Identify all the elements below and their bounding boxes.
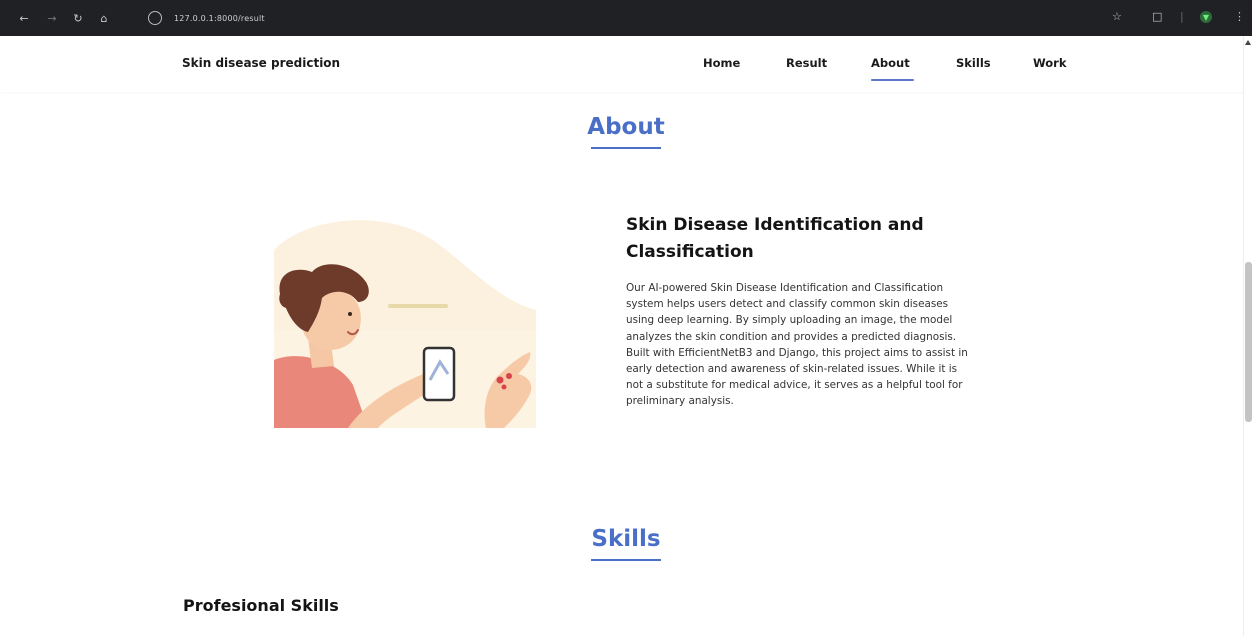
address-url[interactable]: 127.0.0.1:8000/result [174,14,265,23]
nav-about[interactable]: About [871,56,910,70]
about-body-line: preliminary analysis. [626,395,734,408]
about-body-line: Built with EfficientNetB3 and Django, th… [626,346,968,359]
about-heading-line1: Skin Disease Identification and [626,215,924,235]
about-body-line: Our AI-powered Skin Disease Identificati… [626,282,944,294]
about-body-line: analyzes the skin condition and provides… [626,330,957,343]
address-bar[interactable]: 127.0.0.1:8000/result [142,7,1102,29]
site-header: Skin disease prediction Home Result Abou… [0,36,1243,92]
extensions-icon[interactable]: □ [1152,10,1162,23]
skills-section-title: Skills [591,526,661,552]
about-heading-line2: Classification [626,242,754,262]
nav-skills[interactable]: Skills [956,56,991,70]
about-body-line: not a substitute for medical advice, it … [626,379,963,392]
nav-home[interactable]: Home [703,56,740,70]
doctor-phone-illustration [274,220,536,428]
about-body-line: system helps users detect and classify c… [626,298,949,311]
profile-extension-icon[interactable]: ▼ [1200,11,1212,23]
about-body-line: early detection and awareness of skin-re… [626,363,958,376]
skills-title-underline [591,559,661,561]
about-heading: Skin Disease Identification and Classifi… [626,212,1046,266]
browser-toolbar: ← → ↻ ⌂ 127.0.0.1:8000/result ☆ □ | ▼ ⋮ [0,0,1252,36]
scroll-up-arrow-icon[interactable] [1245,40,1251,45]
menu-kebab-icon[interactable]: ⋮ [1234,10,1245,23]
about-title-underline [591,147,661,149]
home-icon[interactable]: ⌂ [96,10,112,26]
toolbar-divider: | [1180,10,1184,23]
page-scrollbar[interactable] [1243,36,1252,636]
about-body-line: using deep learning. By simply uploading… [626,314,953,327]
site-info-icon[interactable] [148,11,162,25]
forward-arrow-icon[interactable]: → [44,10,60,26]
bookmark-star-icon[interactable]: ☆ [1112,10,1122,23]
nav-work[interactable]: Work [1033,56,1067,70]
about-section-title: About [587,114,665,140]
back-arrow-icon[interactable]: ← [16,10,32,26]
nav-result[interactable]: Result [786,56,827,70]
scrollbar-thumb[interactable] [1245,262,1252,422]
professional-skills-heading: Profesional Skills [183,596,339,615]
about-description: Our AI-powered Skin Disease Identificati… [626,280,1086,410]
nav-active-indicator [871,79,914,81]
reload-icon[interactable]: ↻ [70,10,86,26]
site-brand[interactable]: Skin disease prediction [182,56,340,70]
